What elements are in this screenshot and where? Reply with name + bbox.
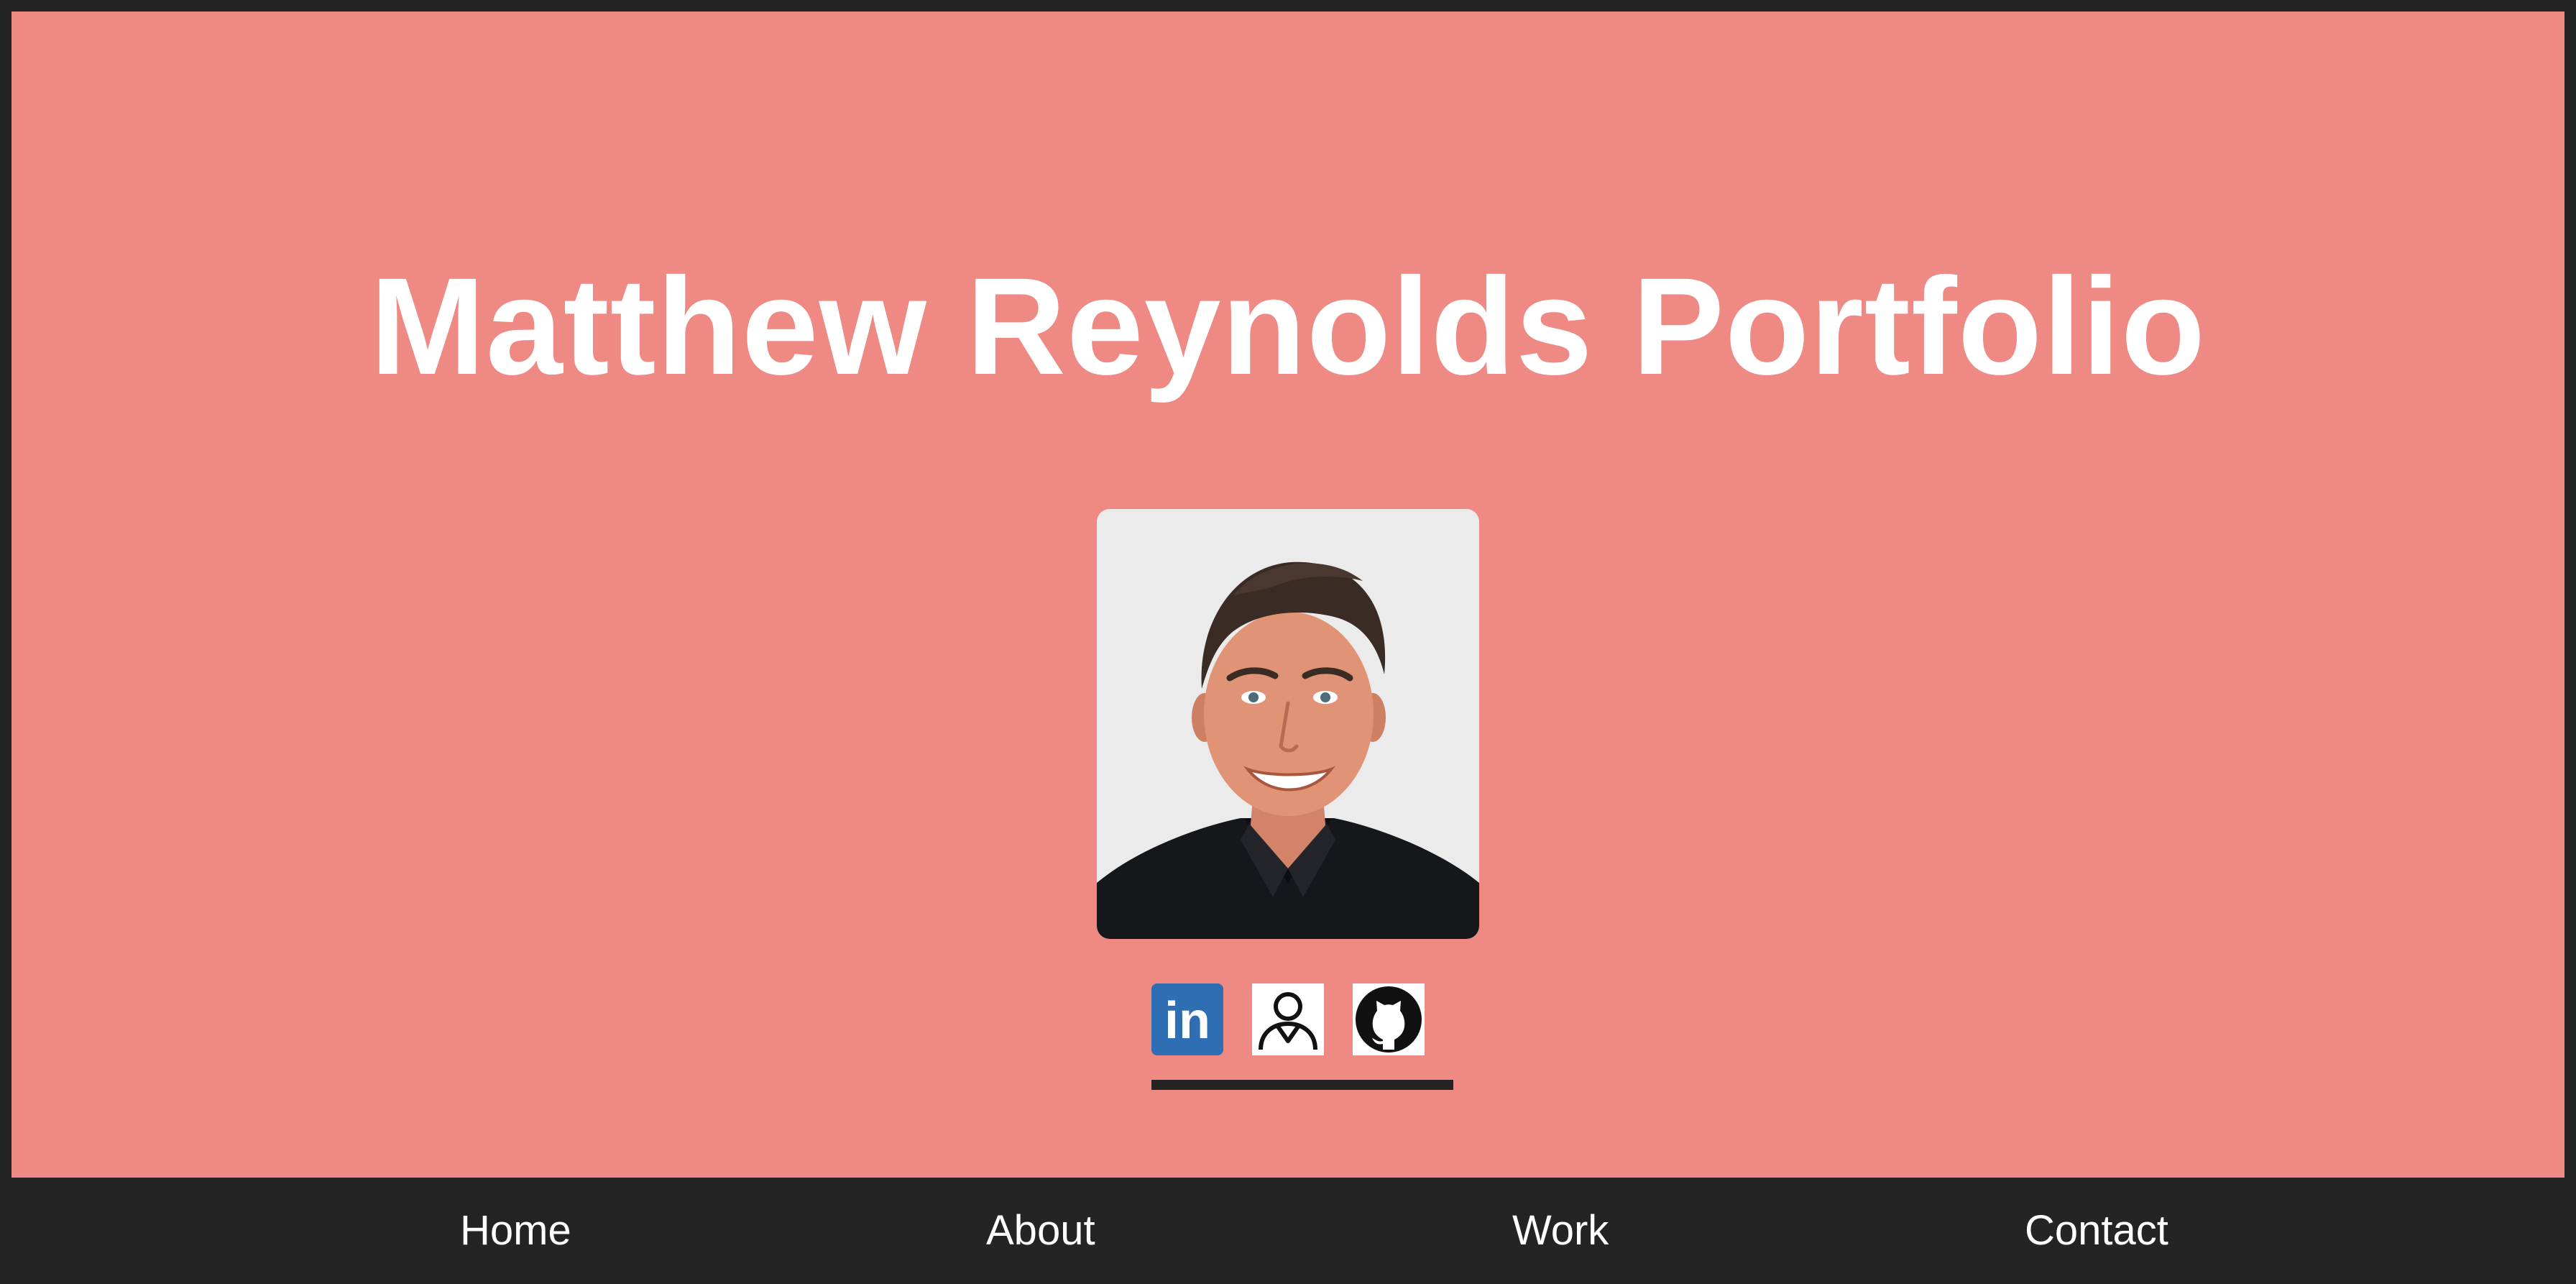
social-underline xyxy=(1151,1080,1453,1090)
nav-work[interactable]: Work xyxy=(1512,1202,1609,1260)
page: Matthew Reynolds Portfolio in Home About… xyxy=(0,0,2576,1284)
hero-section: Matthew Reynolds Portfolio in xyxy=(12,12,2564,1178)
linkedin-link[interactable]: in xyxy=(1151,983,1223,1055)
social-links: in xyxy=(1151,983,1453,1091)
nav-contact[interactable]: Contact xyxy=(2025,1202,2168,1260)
nav-about[interactable]: About xyxy=(986,1202,1095,1260)
profile-photo xyxy=(1097,509,1479,939)
person-icon xyxy=(1252,983,1324,1055)
page-title: Matthew Reynolds Portfolio xyxy=(369,249,2207,403)
nav-home[interactable]: Home xyxy=(460,1202,571,1260)
bottom-nav: Home About Work Contact xyxy=(0,1178,2576,1284)
linkedin-icon: in xyxy=(1151,983,1223,1055)
github-link[interactable] xyxy=(1353,983,1425,1055)
github-icon xyxy=(1353,983,1425,1055)
svg-text:in: in xyxy=(1164,992,1210,1050)
resume-link[interactable] xyxy=(1252,983,1324,1055)
